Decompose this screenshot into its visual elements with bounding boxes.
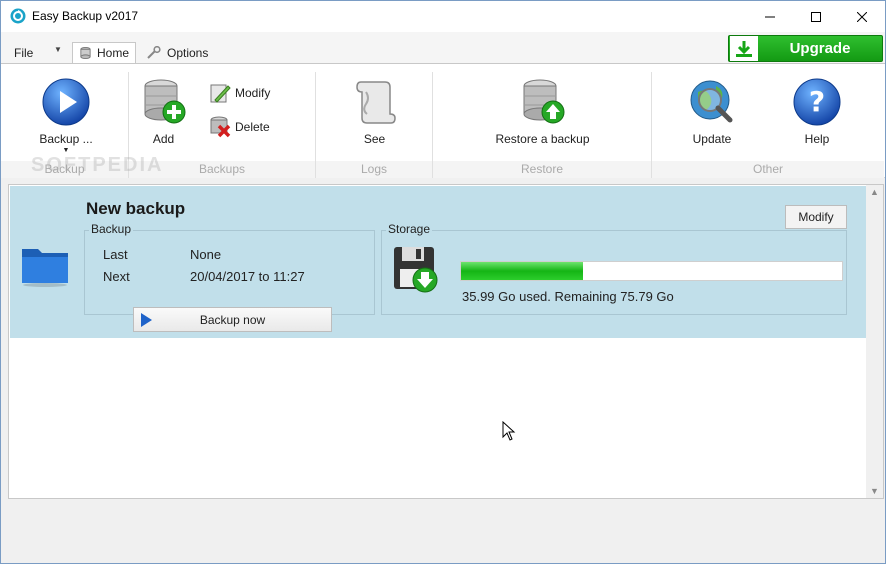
add-backup-label: Add: [152, 132, 175, 146]
scroll-down-icon[interactable]: ▼: [870, 486, 879, 496]
backup-item-card[interactable]: New backup Modify Backup Last None Next …: [10, 186, 867, 338]
tab-options[interactable]: Options: [139, 42, 215, 64]
watermark: SOFTPEDIA: [31, 154, 164, 176]
update-button[interactable]: Update: [689, 78, 735, 146]
storage-progress-fill: [461, 262, 583, 280]
maximize-icon: [811, 11, 821, 22]
ribbon-group-logs: See Logs: [316, 72, 433, 178]
play-icon: [42, 78, 90, 126]
play-icon: [141, 313, 152, 327]
file-menu[interactable]: File: [14, 46, 33, 60]
delete-backup-label: Delete: [235, 120, 270, 134]
upgrade-button[interactable]: Upgrade: [728, 35, 883, 62]
tab-home[interactable]: Home: [72, 42, 136, 64]
ribbon-toolbar: Backup ... ▼ Backup Add Modify Delete Ba…: [1, 63, 885, 178]
folder-icon: [22, 249, 68, 287]
globe-search-icon: [690, 80, 733, 123]
minimize-icon: [765, 16, 775, 17]
database-restore-icon: [523, 79, 564, 124]
menu-tab-row: File ▼ Home Options Upgrade: [1, 32, 885, 64]
backup-info-group: Backup Last None Next 20/04/2017 to 11:2…: [84, 222, 375, 315]
backup-info-legend: Backup: [89, 222, 134, 236]
ribbon-group-restore: Restore a backup Restore: [433, 72, 652, 178]
app-logo-icon: [10, 8, 26, 24]
chevron-down-icon: ▼: [62, 147, 70, 154]
upgrade-label: Upgrade: [789, 40, 851, 57]
group-label-logs: Logs: [316, 161, 432, 178]
restore-backup-label: Restore a backup: [495, 132, 590, 146]
svg-text:?: ?: [809, 85, 825, 118]
ribbon-group-other: Update ? Help Other: [652, 72, 884, 178]
see-logs-label: See: [363, 132, 386, 146]
storage-usage-text: 35.99 Go used. Remaining 75.79 Go: [462, 289, 674, 304]
tab-home-label: Home: [96, 46, 129, 60]
backup-now-label: Backup now: [199, 312, 266, 327]
next-value: 20/04/2017 to 11:27: [190, 269, 305, 284]
app-window: Easy Backup v2017 File ▼ Home Options Up…: [0, 0, 886, 564]
edit-icon: [210, 84, 231, 103]
last-value: None: [190, 247, 222, 262]
delete-backup-button[interactable]: Delete: [209, 116, 270, 138]
next-label: Next: [103, 269, 130, 284]
update-label: Update: [692, 132, 732, 146]
close-icon: [857, 11, 867, 22]
floppy-download-icon: [394, 247, 438, 293]
database-add-icon: [144, 79, 185, 124]
last-label: Last: [103, 247, 128, 262]
window-title: Easy Backup v2017: [32, 9, 139, 23]
scroll-icon: [355, 81, 396, 124]
wrench-icon: [147, 46, 161, 59]
backup-now-button[interactable]: Backup now: [133, 307, 332, 332]
group-label-other: Other: [652, 161, 884, 178]
title-bar: Easy Backup v2017: [1, 1, 885, 32]
backup-dropdown-button[interactable]: Backup ... ▼: [31, 78, 101, 154]
scroll-up-icon[interactable]: ▲: [870, 187, 879, 197]
storage-progress-bar: [460, 261, 843, 281]
modify-button[interactable]: Modify: [785, 205, 847, 229]
database-icon: [80, 46, 91, 60]
backup-list-panel: New backup Modify Backup Last None Next …: [8, 184, 884, 499]
close-button[interactable]: [839, 1, 885, 32]
add-backup-button[interactable]: Add: [141, 78, 186, 146]
chevron-down-icon[interactable]: ▼: [54, 45, 62, 54]
modify-backup-button[interactable]: Modify: [209, 82, 270, 104]
modify-backup-label: Modify: [235, 86, 271, 100]
help-label: Help: [804, 132, 830, 146]
vertical-scrollbar[interactable]: ▲ ▼: [866, 185, 883, 498]
group-label-restore: Restore: [433, 161, 651, 178]
maximize-button[interactable]: [793, 1, 839, 32]
download-icon: [730, 36, 758, 61]
storage-legend: Storage: [386, 222, 433, 236]
tab-options-label: Options: [167, 46, 209, 60]
database-delete-icon: [210, 116, 231, 138]
minimize-button[interactable]: [747, 1, 793, 32]
restore-backup-button[interactable]: Restore a backup: [485, 78, 600, 146]
backup-dropdown-label: Backup ...: [39, 132, 93, 146]
backup-title: New backup: [86, 199, 186, 218]
see-logs-button[interactable]: See: [352, 78, 397, 146]
mouse-cursor-icon: [502, 421, 516, 441]
help-button[interactable]: ? Help: [793, 78, 841, 146]
help-icon: ?: [793, 78, 841, 126]
